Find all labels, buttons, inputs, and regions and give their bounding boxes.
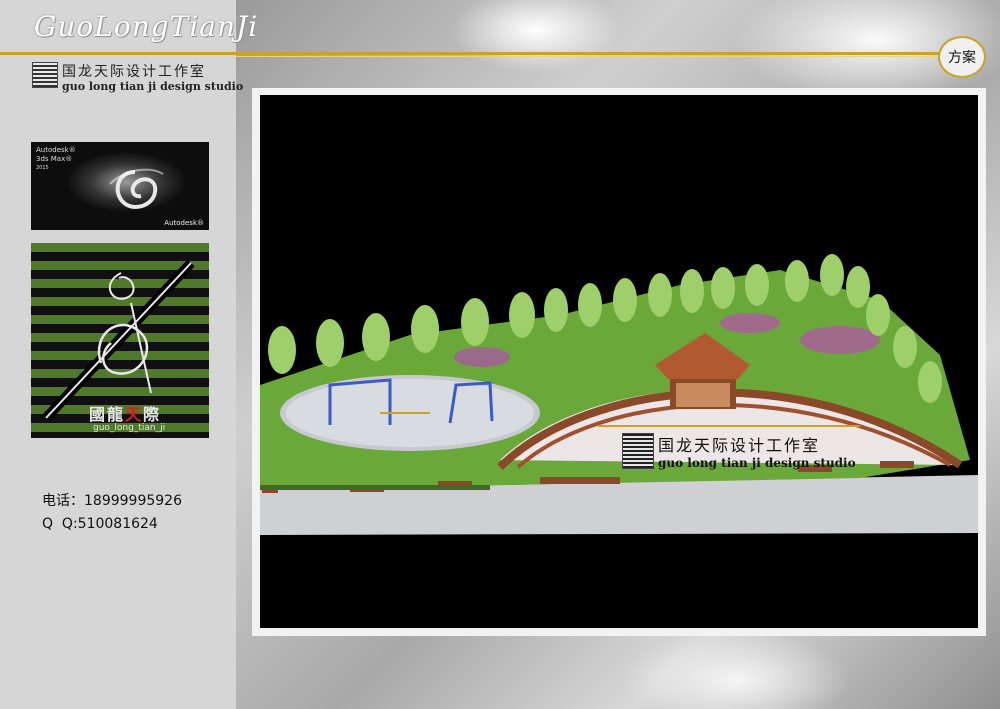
software-title: Autodesk® 3ds Max® 2015 xyxy=(36,146,76,173)
header-divider xyxy=(0,52,940,55)
max-swirl-icon xyxy=(109,168,164,209)
park-rendering xyxy=(260,95,978,628)
brand-logo-cn-2: 天 xyxy=(125,405,144,424)
studio-name-en: guo long tian ji design studio xyxy=(62,80,244,93)
watermark-cn: 国龙天际设计工作室 xyxy=(658,436,821,455)
header-divider-thin xyxy=(236,56,936,57)
autodesk-footer: Autodesk® xyxy=(164,219,204,227)
studio-mark-icon xyxy=(32,62,58,88)
studio-brand-logo: 國龍天際 guo_long_tian_ji xyxy=(31,243,209,438)
watermark-divider xyxy=(598,425,860,427)
phone-number: 18999995926 xyxy=(84,493,182,509)
watermark-mark-icon xyxy=(622,433,654,469)
park-rendering-image xyxy=(260,254,978,535)
software-line1: Autodesk® xyxy=(36,146,76,154)
phone-line: 电话：18999995926 xyxy=(42,490,182,510)
software-line3: 2015 xyxy=(36,165,49,171)
3ds-max-logo: Autodesk® 3ds Max® 2015 Autodesk® xyxy=(31,142,209,230)
watermark-en: guo long tian ji design studio xyxy=(658,456,856,470)
phone-label: 电话： xyxy=(42,493,84,509)
studio-name-cn: 国龙天际设计工作室 xyxy=(62,64,206,80)
brand-logo-cn-1: 國龍 xyxy=(89,405,126,424)
section-badge: 方案 xyxy=(938,36,986,78)
section-badge-label: 方案 xyxy=(948,50,976,66)
brand-logo-en: guo_long_tian_ji xyxy=(93,423,166,433)
brand-logo-cn-3: 際 xyxy=(143,405,162,424)
brand-logo-cn: 國龍天際 xyxy=(89,401,161,425)
software-line2: 3ds Max® xyxy=(36,155,73,163)
qq-line: Q Q:510081624 xyxy=(42,516,158,532)
qq-number: 510081624 xyxy=(77,516,158,532)
qq-label: Q Q: xyxy=(42,516,78,532)
brand-logo-text: GuoLongTianJi xyxy=(34,10,259,43)
